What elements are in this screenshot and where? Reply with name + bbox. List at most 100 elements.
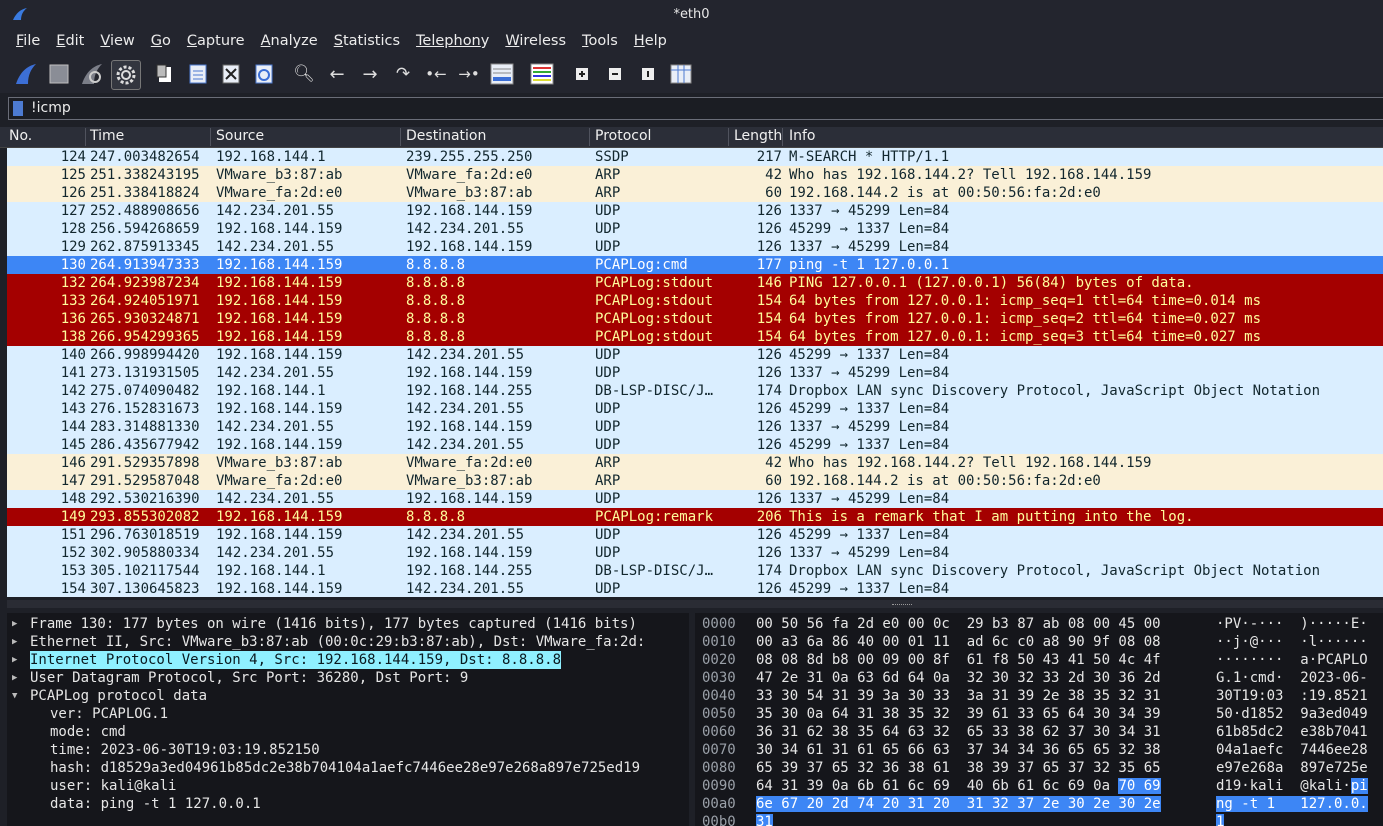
packet-row[interactable]: 141 273.131931505 142.234.201.55 192.168.14… [7, 364, 1383, 382]
column-header-protocol[interactable]: Protocol [595, 128, 729, 146]
hex-ascii[interactable]: ··j·@··· ·l······ [1216, 633, 1368, 651]
packet-row[interactable]: 136 265.930324871 192.168.144.159 8.8.8.8 PC… [7, 310, 1383, 328]
packet-row[interactable]: 140 266.998994420 192.168.144.159 142.234.2… [7, 346, 1383, 364]
hex-ascii[interactable]: 1 [1216, 813, 1225, 826]
start-capture-icon[interactable] [12, 60, 40, 88]
hex-bytes[interactable]: 65 39 37 65 32 36 38 61 38 39 37 65 37 3… [756, 759, 1161, 777]
packet-row[interactable]: 138 266.954299365 192.168.144.159 8.8.8.8 PC… [7, 328, 1383, 346]
capture-options-gear-icon[interactable] [111, 60, 141, 90]
menu-analyze[interactable]: Analyze [253, 29, 326, 55]
packet-list[interactable]: 124 247.003482654 192.168.144.1 239.255.255… [7, 148, 1383, 597]
menu-view[interactable]: View [92, 29, 142, 55]
packet-row[interactable]: 153 305.102117544 192.168.144.1 192.168.144… [7, 562, 1383, 580]
detail-tree-item[interactable]: ▶ User Datagram Protocol, Src Port: 36280… [7, 669, 689, 687]
menu-help[interactable]: Help [626, 29, 675, 55]
stop-capture-icon[interactable] [45, 60, 73, 88]
menu-statistics[interactable]: Statistics [326, 29, 408, 55]
packet-bytes-pane[interactable]: 0000 00 50 56 fa 2d e0 00 0c 29 b3 87 ab … [695, 613, 1383, 826]
close-file-icon[interactable] [217, 60, 245, 88]
go-to-packet-icon[interactable]: ↷ [389, 60, 417, 88]
packet-row[interactable]: 144 283.314881330 142.234.201.55 192.168.14… [7, 418, 1383, 436]
autoscroll-icon[interactable] [488, 60, 516, 88]
hex-ascii[interactable]: ·PV·-··· )·····E· [1216, 615, 1368, 633]
packet-row[interactable]: 145 286.435677942 192.168.144.159 142.234.2… [7, 436, 1383, 454]
splitter-grip[interactable] [892, 604, 912, 607]
hex-bytes[interactable]: 47 2e 31 0a 63 6d 64 0a 32 30 32 33 2d 3… [756, 669, 1161, 687]
display-filter-bar[interactable]: !icmp [8, 97, 1383, 120]
detail-tree-item[interactable]: hash: d18529a3ed04961b85dc2e38b704104a1a… [7, 759, 689, 777]
hex-ascii[interactable]: e97e268a 897e725e [1216, 759, 1368, 777]
column-header-time[interactable]: Time [90, 128, 211, 146]
hex-bytes[interactable]: 00 50 56 fa 2d e0 00 0c 29 b3 87 ab 08 0… [756, 615, 1161, 633]
packet-row[interactable]: 143 276.152831673 192.168.144.159 142.234.2… [7, 400, 1383, 418]
packet-row[interactable]: 146 291.529357898 VMware_b3:87:ab VMware_fa… [7, 454, 1383, 472]
packet-row[interactable]: 154 307.130645823 192.168.144.159 142.234.2… [7, 580, 1383, 597]
find-packet-search-icon[interactable]: 🔍︎ [290, 60, 318, 88]
hex-bytes[interactable]: 64 31 39 0a 6b 61 6c 69 40 6b 61 6c 69 0… [756, 777, 1161, 795]
hex-ascii[interactable]: ng -t 1 127.0.0. [1216, 795, 1368, 813]
hex-bytes[interactable]: 36 31 62 38 35 64 63 32 65 33 38 62 37 3… [756, 723, 1161, 741]
detail-tree-item[interactable]: mode: cmd [7, 723, 689, 741]
hex-ascii[interactable]: 61b85dc2 e38b7041 [1216, 723, 1368, 741]
detail-tree-item[interactable]: ▶ Internet Protocol Version 4, Src: 192.1… [7, 651, 689, 669]
zoom-in-icon[interactable] [568, 60, 596, 88]
detail-tree-item[interactable]: data: ping -t 1 127.0.0.1 [7, 795, 689, 813]
normal-size-icon[interactable] [634, 60, 662, 88]
reload-file-icon[interactable] [250, 60, 278, 88]
menu-file[interactable]: File [0, 29, 48, 55]
hex-bytes[interactable]: 35 30 0a 64 31 38 35 32 39 61 33 65 64 3… [756, 705, 1161, 723]
zoom-out-icon[interactable] [601, 60, 629, 88]
collapsed-arrow-icon[interactable]: ▶ [12, 669, 17, 687]
packet-details-pane[interactable]: ▶ Frame 130: 177 bytes on wire (1416 bits… [7, 613, 689, 826]
pane-splitter[interactable] [7, 600, 1383, 608]
menu-wireless[interactable]: Wireless [497, 29, 574, 55]
hex-ascii[interactable]: 50·d1852 9a3ed049 [1216, 705, 1368, 723]
go-back-arrow-icon[interactable]: ← [323, 60, 351, 88]
resize-columns-icon[interactable] [667, 60, 695, 88]
hex-ascii[interactable]: 30T19:03 :19.8521 [1216, 687, 1368, 705]
menu-edit[interactable]: Edit [48, 29, 92, 55]
packet-row[interactable]: 126 251.338418824 VMware_fa:2d:e0 VMware_b3… [7, 184, 1383, 202]
detail-tree-item[interactable]: ▶ Frame 130: 177 bytes on wire (1416 bits… [7, 615, 689, 633]
save-file-icon[interactable] [184, 60, 212, 88]
packet-row[interactable]: 127 252.488908656 142.234.201.55 192.168.14… [7, 202, 1383, 220]
menu-telephony[interactable]: Telephony [408, 29, 497, 55]
detail-tree-item[interactable]: time: 2023-06-30T19:03:19.852150 [7, 741, 689, 759]
packet-row[interactable]: 128 256.594268659 192.168.144.159 142.234.2… [7, 220, 1383, 238]
hex-bytes[interactable]: 33 30 54 31 39 3a 30 33 3a 31 39 2e 38 3… [756, 687, 1161, 705]
detail-tree-item[interactable]: user: kali@kali [7, 777, 689, 795]
column-header-no[interactable]: No. [9, 128, 86, 146]
packet-row[interactable]: 125 251.338243195 VMware_b3:87:ab VMware_fa… [7, 166, 1383, 184]
first-packet-icon[interactable]: •← [422, 60, 450, 88]
detail-tree-item[interactable]: ▼ PCAPLog protocol data [7, 687, 689, 705]
hex-bytes[interactable]: 6e 67 20 2d 74 20 31 20 31 32 37 2e 30 2… [756, 795, 1161, 813]
menu-tools[interactable]: Tools [574, 29, 626, 55]
packet-row[interactable]: 152 302.905880334 142.234.201.55 192.168.14… [7, 544, 1383, 562]
detail-tree-item[interactable]: ver: PCAPLOG.1 [7, 705, 689, 723]
menu-capture[interactable]: Capture [179, 29, 253, 55]
last-packet-icon[interactable]: →• [455, 60, 483, 88]
packet-row[interactable]: 124 247.003482654 192.168.144.1 239.255.255… [7, 148, 1383, 166]
column-header-destination[interactable]: Destination [406, 128, 590, 146]
go-forward-arrow-icon[interactable]: → [356, 60, 384, 88]
packet-row[interactable]: 132 264.923987234 192.168.144.159 8.8.8.8 PC… [7, 274, 1383, 292]
hex-ascii[interactable]: G.1·cmd· 2023-06- [1216, 669, 1368, 687]
colorize-icon[interactable] [528, 60, 556, 88]
column-header-length[interactable]: Length [734, 128, 783, 146]
collapsed-arrow-icon[interactable]: ▶ [12, 651, 17, 669]
detail-tree-item[interactable]: ▶ Ethernet II, Src: VMware_b3:87:ab (00:0… [7, 633, 689, 651]
column-header-info[interactable]: Info [789, 128, 816, 146]
menu-go[interactable]: Go [143, 29, 179, 55]
packet-row[interactable]: 149 293.855302082 192.168.144.159 8.8.8.8 PC… [7, 508, 1383, 526]
hex-bytes[interactable]: 31 [756, 813, 773, 826]
packet-row[interactable]: 130 264.913947333 192.168.144.159 8.8.8.8 PC… [7, 256, 1383, 274]
hex-bytes[interactable]: 00 a3 6a 86 40 00 01 11 ad 6c c0 a8 90 9… [756, 633, 1161, 651]
bookmark-icon[interactable] [13, 101, 23, 116]
packet-row[interactable]: 129 262.875913345 142.234.201.55 192.168.14… [7, 238, 1383, 256]
hex-ascii[interactable]: 04a1aefc 7446ee28 [1216, 741, 1368, 759]
collapsed-arrow-icon[interactable]: ▶ [12, 633, 17, 651]
packet-row[interactable]: 151 296.763018519 192.168.144.159 142.234.2… [7, 526, 1383, 544]
restart-capture-icon[interactable] [78, 60, 106, 88]
collapsed-arrow-icon[interactable]: ▶ [12, 615, 17, 633]
hex-bytes[interactable]: 08 08 8d b8 00 09 00 8f 61 f8 50 43 41 5… [756, 651, 1161, 669]
